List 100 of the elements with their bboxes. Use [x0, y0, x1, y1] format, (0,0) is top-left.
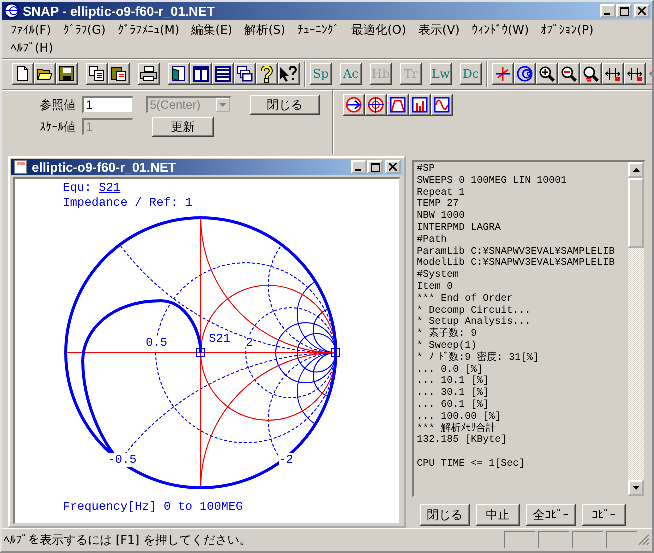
- dropdown-arrow-icon: [219, 103, 227, 107]
- paste-icon: [111, 66, 127, 82]
- update-button[interactable]: 更新: [152, 117, 214, 137]
- log-line: #SP: [417, 164, 436, 176]
- scroll-bar[interactable]: [628, 162, 644, 496]
- circle-arrow-icon: [346, 97, 362, 113]
- resize-grip-icon: [638, 534, 650, 546]
- toolbar-button[interactable]: [212, 63, 234, 85]
- menu-item[interactable]: 編集(E): [186, 21, 238, 39]
- equation-link[interactable]: S21: [99, 181, 121, 195]
- reference-label: 参照値: [39, 96, 76, 114]
- pointer-help-icon: [279, 66, 299, 82]
- chart-type-button[interactable]: [387, 94, 409, 116]
- chart-type-button[interactable]: [431, 94, 453, 116]
- log-line: INTERPMD LAGRA: [417, 222, 502, 234]
- toolbar-button[interactable]: [256, 63, 278, 85]
- log-line: ParamLib C:¥SNAPWV3EVAL¥SAMPLELIB: [417, 246, 616, 258]
- toolbar-button[interactable]: [86, 63, 108, 85]
- menu-item[interactable]: 表示(V): [413, 21, 465, 39]
- document-icon: [13, 159, 29, 175]
- log-line: #System: [417, 270, 460, 282]
- maximize-icon: [620, 6, 628, 16]
- maximize-button[interactable]: [367, 160, 383, 174]
- status-pane: [538, 531, 570, 549]
- log-text-area[interactable]: [412, 160, 646, 498]
- zoom-in-icon: [539, 66, 555, 82]
- log-line: SWEEPS 0 100MEG LIN 10001: [417, 176, 568, 188]
- maximize-button[interactable]: [616, 4, 632, 18]
- chart-type-button[interactable]: [365, 94, 387, 116]
- toolbar-button[interactable]: [108, 63, 130, 85]
- log-line: TEMP 27: [417, 199, 460, 211]
- log-line: CPU TIME <= 1[Sec]: [417, 458, 526, 471]
- toolbar-button[interactable]: [514, 63, 536, 85]
- menu-item[interactable]: ｳｨﾝﾄﾞｳ(W): [466, 21, 534, 39]
- menu-item[interactable]: ﾁｭｰﾆﾝｸﾞ: [292, 21, 345, 39]
- menu-item[interactable]: ｸﾞﾗﾌﾒﾆｭ(M): [112, 21, 185, 39]
- menu-item[interactable]: 最適化(O): [346, 21, 412, 39]
- close-button[interactable]: [634, 4, 650, 18]
- log-line: ... 0.0 [%]: [417, 364, 484, 376]
- status-pane: [572, 531, 604, 549]
- menu-item[interactable]: ｸﾞﾗﾌ(G): [58, 21, 111, 39]
- menu-item[interactable]: ﾌｧｲﾙ(F): [6, 21, 56, 39]
- toolbar-button[interactable]: [536, 63, 558, 85]
- toolbar-button[interactable]: [580, 63, 602, 85]
- copy-icon: [89, 66, 105, 82]
- status-pane: [606, 531, 638, 549]
- toolbar-button[interactable]: [492, 63, 514, 85]
- scroll-thumb[interactable]: [628, 178, 644, 248]
- toolbar-button[interactable]: [234, 63, 256, 85]
- concentric-circles-icon: [517, 66, 533, 82]
- toolbar-button[interactable]: [278, 63, 300, 85]
- log-action-button[interactable]: 全ｺﾋﾟｰ: [526, 504, 576, 526]
- menu-item[interactable]: ｵﾌﾟｼｮﾝ(P): [536, 21, 599, 39]
- reference-field[interactable]: 1: [82, 96, 134, 114]
- log-line: ... 10.1 [%]: [417, 376, 490, 388]
- toolbar-button[interactable]: [558, 63, 580, 85]
- log-line: Repeat 1: [417, 188, 466, 199]
- toolbar-button[interactable]: [190, 63, 212, 85]
- toolbar-button[interactable]: [34, 63, 56, 85]
- zoom-out-icon: [561, 66, 577, 82]
- help-icon: [261, 66, 273, 82]
- menu-item[interactable]: ﾍﾙﾌﾟ(H): [6, 39, 58, 57]
- graph-window-title: elliptic-o9-f60-r_01.NET: [32, 160, 176, 174]
- toolbar-button[interactable]: [168, 63, 190, 85]
- printer-icon: [140, 66, 158, 82]
- toolbar-button[interactable]: [138, 63, 160, 85]
- wave-graph-icon: [434, 97, 450, 113]
- close-icon: [638, 7, 646, 15]
- app-icon: [4, 3, 20, 19]
- close-graph-button[interactable]: 閉じる: [250, 95, 320, 115]
- target-icon: [368, 97, 384, 113]
- toolbar-button[interactable]: [56, 63, 78, 85]
- log-line: #Path: [417, 234, 448, 246]
- impedance-label: Impedance / Ref: 1: [63, 196, 193, 210]
- axis-label: 0.5: [146, 336, 168, 350]
- window-title: SNAP - elliptic-o9-f60-r_01.NET: [23, 4, 216, 18]
- scroll-up-icon: [632, 168, 640, 172]
- minimize-button[interactable]: [600, 4, 616, 18]
- cascade-windows-icon: [237, 66, 253, 82]
- new-file-icon: [15, 66, 31, 82]
- log-line: Item 0: [417, 282, 454, 294]
- minimize-button[interactable]: [351, 160, 367, 174]
- close-button[interactable]: [385, 160, 401, 174]
- frequency-range-label: Frequency[Hz] 0 to 100MEG: [63, 500, 244, 514]
- toolbar-button[interactable]: [624, 63, 646, 85]
- toolbar-button[interactable]: [602, 63, 624, 85]
- chart-type-button[interactable]: [409, 94, 431, 116]
- log-action-button[interactable]: 中止: [476, 504, 520, 526]
- axis-label: -0.5: [108, 453, 137, 467]
- equation-label: Equ:: [63, 181, 92, 195]
- menu-item[interactable]: 解析(S): [240, 21, 291, 39]
- log-action-button[interactable]: ｺﾋﾟｰ: [582, 504, 626, 526]
- log-line: NBW 1000: [417, 211, 466, 223]
- axis-label: 2: [246, 336, 254, 350]
- log-action-button[interactable]: 閉じる: [420, 504, 470, 526]
- panel-icon: [171, 66, 187, 82]
- axis-label: -2: [279, 453, 294, 467]
- log-line: * Setup Analysis...: [417, 317, 532, 328]
- toolbar-button[interactable]: [12, 63, 34, 85]
- chart-type-button[interactable]: [343, 94, 365, 116]
